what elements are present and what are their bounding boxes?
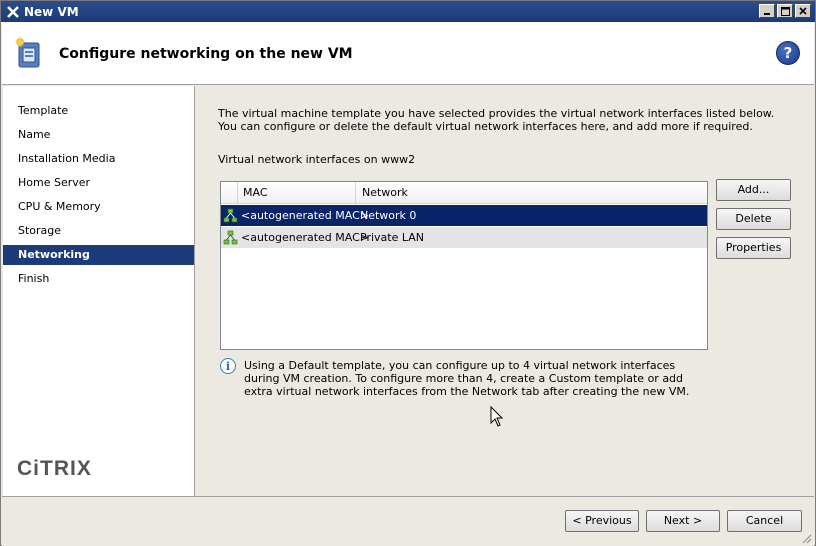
vif-network: Private LAN [360,231,424,244]
vif-row[interactable]: <autogenerated MAC> Private LAN [221,227,707,248]
wizard-header: Configure networking on the new VM ? [2,22,814,85]
cancel-button[interactable]: Cancel [727,510,802,532]
step-name[interactable]: Name [3,125,194,145]
minimize-button[interactable] [759,4,775,18]
icon-column-header[interactable] [221,182,238,204]
wizard-steps-sidebar: Template Name Installation Media Home Se… [3,86,195,496]
page-title: Configure networking on the new VM [59,46,353,62]
step-home-server[interactable]: Home Server [3,173,194,193]
networking-page: The virtual machine template you have se… [196,86,815,496]
window-title: New VM [24,4,79,19]
xencenter-app-icon [6,5,20,19]
info-message: Using a Default template, you can config… [244,359,690,398]
step-template[interactable]: Template [3,101,194,121]
network-column-header[interactable]: Network [357,182,408,204]
vif-network: Network 0 [360,209,417,222]
new-vm-window: New VM Configure networking on the new V… [0,0,816,546]
vif-list-label: Virtual network interfaces on www2 [218,153,416,166]
list-header: MAC Network [221,182,707,204]
step-networking[interactable]: Networking [3,245,194,265]
vif-mac: <autogenerated MAC> [241,231,370,244]
info-icon: i [220,358,236,374]
step-cpu-memory[interactable]: CPU & Memory [3,197,194,217]
resize-grip-icon[interactable] [800,532,812,544]
citrix-logo: CiTRIX [17,457,92,480]
properties-button[interactable]: Properties [716,237,791,259]
step-finish[interactable]: Finish [3,269,194,289]
mac-column-header[interactable]: MAC [238,182,356,204]
step-storage[interactable]: Storage [3,221,194,241]
mouse-pointer-icon [490,405,504,428]
delete-button[interactable]: Delete [716,208,791,230]
close-button[interactable] [795,4,811,18]
vif-row[interactable]: <autogenerated MAC> Network 0 [221,205,707,226]
network-interface-icon [223,208,238,223]
vif-mac: <autogenerated MAC> [241,209,370,222]
help-icon[interactable]: ? [776,41,800,65]
title-bar[interactable]: New VM [1,1,815,22]
network-interface-icon [223,230,238,245]
new-vm-wizard-icon [15,37,43,69]
step-installation-media[interactable]: Installation Media [3,149,194,169]
wizard-footer: < Previous Next > Cancel [2,496,814,546]
maximize-button[interactable] [777,4,793,18]
previous-button[interactable]: < Previous [565,510,639,532]
network-interfaces-list[interactable]: MAC Network <autogenerated MAC> Network … [220,181,708,350]
page-description: The virtual machine template you have se… [218,107,775,133]
next-button[interactable]: Next > [646,510,720,532]
add-button[interactable]: Add... [716,179,791,201]
